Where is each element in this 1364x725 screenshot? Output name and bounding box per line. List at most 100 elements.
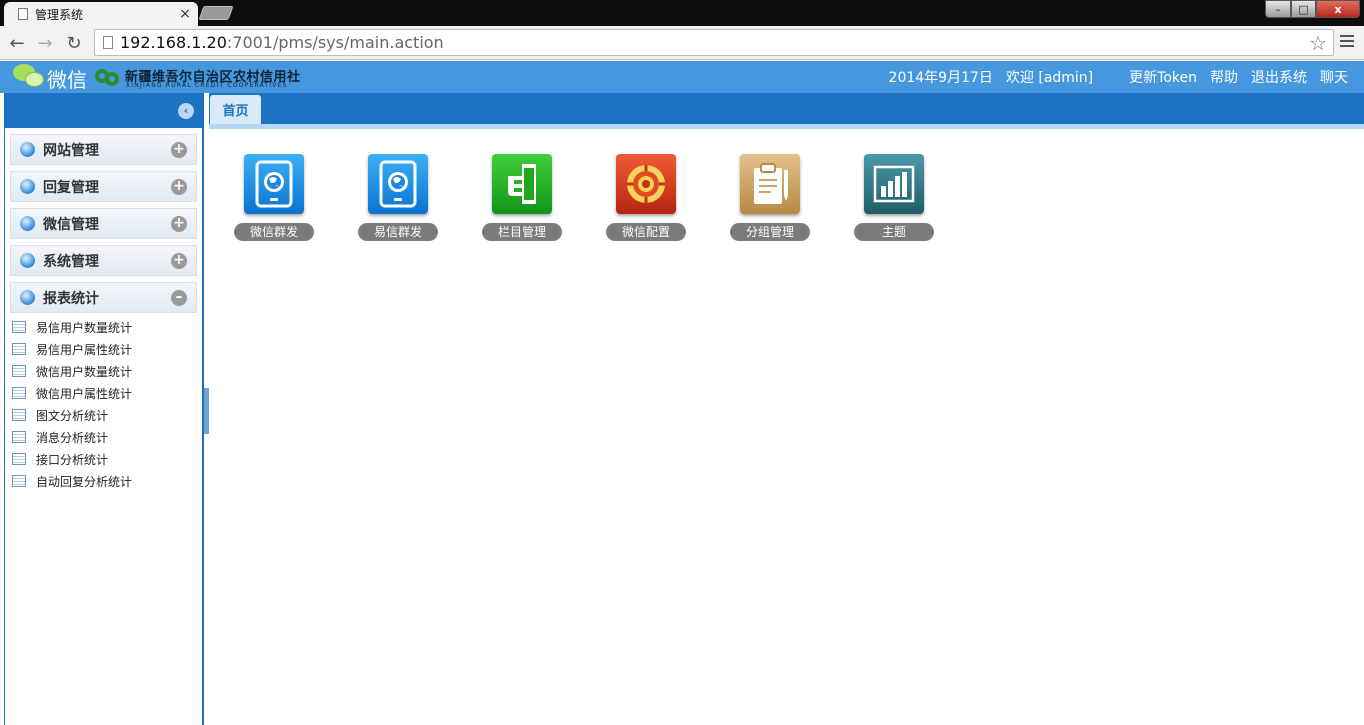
wechat-logo-icon — [13, 64, 45, 88]
help-link[interactable]: 帮助 — [1210, 67, 1238, 87]
sidebar-group-label: 系统管理 — [43, 253, 99, 270]
sidebar-group-reply[interactable]: 回复管理 + — [10, 171, 197, 202]
tab-home[interactable]: 首页 — [210, 95, 261, 124]
globe-icon — [20, 179, 35, 194]
back-icon[interactable]: ← — [5, 31, 29, 55]
maximize-button[interactable]: □ — [1291, 0, 1316, 18]
sidebar-group-label: 微信管理 — [43, 216, 99, 233]
globe-icon — [20, 216, 35, 231]
table-icon — [12, 343, 26, 355]
table-icon — [12, 431, 26, 443]
bookmark-star-icon[interactable]: ☆ — [1309, 31, 1327, 55]
tile-label: 分组管理 — [730, 223, 810, 241]
sidebar-group-label: 报表统计 — [43, 290, 99, 307]
globe-icon — [20, 253, 35, 268]
sidebar-item-label: 微信用户数量统计 — [36, 364, 133, 379]
app-header: 微信 新疆维吾尔自治区农村信用社 XINJIANG RURAL CREDIT C… — [0, 61, 1364, 93]
current-date: 2014年9月17日 — [888, 70, 993, 86]
sidebar-item-label: 易信用户数量统计 — [36, 320, 133, 335]
table-icon — [12, 409, 26, 421]
window-controls: – □ x — [1265, 0, 1360, 18]
sidebar: ‹ 网站管理 + 回复管理 + 微信管理 + 系统管理 + 报表统计 – 易信用… — [4, 93, 204, 725]
tile-label: 微信配置 — [606, 223, 686, 241]
collapse-icon[interactable]: – — [171, 290, 187, 306]
sidebar-group-label: 网站管理 — [43, 142, 99, 159]
sidebar-item-yixin-user-count[interactable]: 易信用户数量统计 — [5, 316, 202, 338]
tile-label: 微信群发 — [234, 223, 314, 241]
bank-name-en: XINJIANG RURAL CREDIT COOPERATIVES — [126, 82, 288, 89]
url-path: :7001/pms/sys/main.action — [226, 33, 444, 52]
collapse-sidebar-icon[interactable]: ‹ — [178, 103, 194, 119]
tile-label: 易信群发 — [358, 223, 438, 241]
tablet-globe-icon[interactable] — [244, 154, 304, 214]
expand-icon[interactable]: + — [171, 179, 187, 195]
globe-icon — [20, 290, 35, 305]
tile-wechat-config[interactable]: 微信配置 — [606, 154, 686, 244]
tab-close-icon[interactable]: × — [178, 6, 192, 22]
expand-icon[interactable]: + — [171, 216, 187, 232]
tab-title: 管理系统 — [35, 7, 84, 22]
chat-link[interactable]: 聊天 — [1320, 67, 1348, 87]
welcome-text: 欢迎 [admin] — [1005, 70, 1094, 86]
wechat-label: 微信 — [47, 68, 87, 92]
browser-toolbar: ← → ↻ 192.168.1.20:7001/pms/sys/main.act… — [0, 26, 1364, 60]
sidebar-item-label: 图文分析统计 — [36, 408, 109, 423]
sidebar-group-label: 回复管理 — [43, 179, 99, 196]
browser-titlebar: 管理系统 × – □ x — [0, 0, 1364, 26]
globe-icon — [20, 142, 35, 157]
sidebar-item-yixin-user-attr[interactable]: 易信用户属性统计 — [5, 338, 202, 360]
address-bar[interactable]: 192.168.1.20:7001/pms/sys/main.action ☆ — [94, 29, 1334, 56]
sidebar-item-label: 自动回复分析统计 — [36, 474, 133, 489]
report-submenu: 易信用户数量统计 易信用户属性统计 微信用户数量统计 微信用户属性统计 图文分析… — [5, 316, 202, 492]
sidebar-item-wechat-user-attr[interactable]: 微信用户属性统计 — [5, 382, 202, 404]
sidebar-item-label: 微信用户属性统计 — [36, 386, 133, 401]
header-user-bar: 2014年9月17日 欢迎 [admin] 更新Token 帮助 退出系统 聊天 — [889, 67, 1348, 87]
update-token-link[interactable]: 更新Token — [1129, 67, 1197, 87]
tile-theme[interactable]: 主题 — [854, 154, 934, 244]
main-content: 微信群发 易信群发 栏目管理 微信配置 分组管理 主题 — [209, 129, 1364, 725]
target-config-icon[interactable] — [616, 154, 676, 214]
sidebar-group-wechat[interactable]: 微信管理 + — [10, 208, 197, 239]
forward-icon[interactable]: → — [33, 31, 57, 55]
expand-icon[interactable]: + — [171, 253, 187, 269]
tile-yixin-broadcast[interactable]: 易信群发 — [358, 154, 438, 244]
sidebar-item-label: 接口分析统计 — [36, 452, 109, 467]
table-icon — [12, 321, 26, 333]
minimize-button[interactable]: – — [1265, 0, 1291, 18]
tablet-globe-icon[interactable] — [368, 154, 428, 214]
browser-tab[interactable]: 管理系统 × — [4, 2, 198, 26]
tile-wechat-broadcast[interactable]: 微信群发 — [234, 154, 314, 244]
bar-chart-icon[interactable] — [864, 154, 924, 214]
reload-icon[interactable]: ↻ — [62, 31, 86, 55]
sidebar-item-interface-analysis[interactable]: 接口分析统计 — [5, 448, 202, 470]
page-icon — [18, 8, 28, 20]
url-host: 192.168.1.20 — [120, 33, 227, 52]
browser-menu-icon[interactable] — [1340, 35, 1354, 50]
table-icon — [12, 365, 26, 377]
hand-door-icon[interactable] — [492, 154, 552, 214]
sidebar-group-system[interactable]: 系统管理 + — [10, 245, 197, 276]
main-tab-bar: 首页 — [209, 93, 1364, 129]
sidebar-group-reports[interactable]: 报表统计 – — [10, 282, 197, 313]
window-close-button[interactable]: x — [1316, 0, 1360, 18]
sidebar-item-message-analysis[interactable]: 消息分析统计 — [5, 426, 202, 448]
sidebar-group-website[interactable]: 网站管理 + — [10, 134, 197, 165]
sidebar-item-wechat-user-count[interactable]: 微信用户数量统计 — [5, 360, 202, 382]
table-icon — [12, 387, 26, 399]
sidebar-header: ‹ — [5, 93, 202, 128]
expand-icon[interactable]: + — [171, 142, 187, 158]
table-icon — [12, 453, 26, 465]
sidebar-item-autoreply-analysis[interactable]: 自动回复分析统计 — [5, 470, 202, 492]
table-icon — [12, 475, 26, 487]
new-tab-button[interactable] — [198, 6, 234, 20]
tile-label: 主题 — [854, 223, 934, 241]
document-icon — [103, 36, 113, 49]
sidebar-item-label: 易信用户属性统计 — [36, 342, 133, 357]
clipboard-icon[interactable] — [740, 154, 800, 214]
bank-logo-icon — [95, 67, 120, 88]
tile-column-management[interactable]: 栏目管理 — [482, 154, 562, 244]
sidebar-item-label: 消息分析统计 — [36, 430, 109, 445]
logout-link[interactable]: 退出系统 — [1251, 67, 1307, 87]
sidebar-item-article-analysis[interactable]: 图文分析统计 — [5, 404, 202, 426]
tile-group-management[interactable]: 分组管理 — [730, 154, 810, 244]
